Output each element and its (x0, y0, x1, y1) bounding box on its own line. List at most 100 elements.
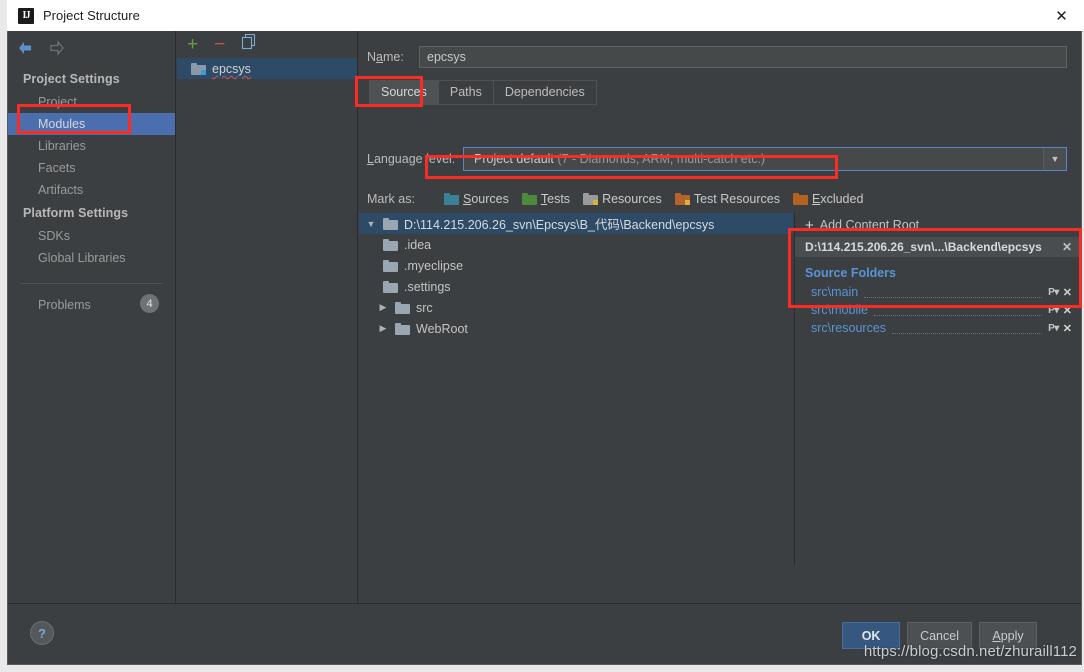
intellij-idea-icon: IJ (18, 7, 34, 24)
tree-row-label: .settings (404, 279, 451, 294)
module-name-input[interactable] (419, 46, 1067, 68)
tree-row-label: src (416, 300, 433, 315)
add-content-root-label: Add Content Root (819, 218, 920, 232)
sidebar-item-project[interactable]: Project (8, 91, 175, 113)
dotted-leader (873, 304, 1043, 316)
sidebar-item-problems[interactable]: Problems 4 (8, 294, 175, 316)
tab-sources[interactable]: Sources (369, 80, 439, 105)
tree-row-label: D:\114.215.206.26_svn\Epcsys\B_代码\Backen… (404, 218, 715, 232)
modules-toolbar: + − (177, 31, 357, 58)
nav-arrows (16, 39, 66, 57)
sidebar-item-artifacts[interactable]: Artifacts (8, 179, 175, 201)
mark-as-tests-label: Tests (540, 192, 571, 206)
source-folder-path: src\resources (811, 321, 887, 335)
language-level-select[interactable]: Project default (7 - Diamonds, ARM, mult… (463, 147, 1067, 171)
mark-as-sources[interactable]: Sources (444, 192, 509, 206)
source-folders-title: Source Folders (805, 266, 896, 280)
source-folder-path: src\mobile (811, 303, 868, 317)
language-level-value-main: Project default (474, 152, 554, 166)
sidebar-item-libraries[interactable]: Libraries (8, 135, 175, 157)
sidebar-group-project-settings: Project Settings (23, 72, 120, 86)
tree-row[interactable]: ▼ D:\114.215.206.26_svn\Epcsys\B_代码\Back… (359, 213, 793, 234)
package-prefix-icon[interactable]: P▾ (1048, 305, 1059, 316)
tab-dependencies[interactable]: Dependencies (492, 80, 597, 105)
package-prefix-icon[interactable]: P▾ (1048, 323, 1059, 334)
sources-folder-icon (444, 193, 459, 205)
dotted-leader (892, 322, 1043, 334)
content-root-path: D:\114.215.206.26_svn\...\Backend\epcsys (805, 240, 1042, 254)
language-level-label: Language level: (367, 152, 456, 166)
modules-list-panel: + − epcsys (177, 31, 358, 604)
mark-as-options: Sources Tests Resources Test Resources E… (437, 192, 863, 206)
tests-folder-icon (521, 193, 537, 205)
folder-icon (383, 217, 398, 230)
content-tree[interactable]: ▼ D:\114.215.206.26_svn\Epcsys\B_代码\Back… (359, 213, 793, 565)
source-folder-row[interactable]: src\mobile P▾ ✕ (795, 301, 1080, 319)
mark-as-resources-label: Resources (602, 192, 662, 206)
folder-icon (383, 259, 398, 272)
back-arrow-icon[interactable] (16, 39, 34, 57)
tree-row[interactable]: .settings (359, 276, 793, 297)
sidebar-item-problems-label: Problems (38, 298, 91, 312)
content-root-panel: + Add Content Root D:\114.215.206.26_svn… (794, 213, 1080, 565)
source-folder-path: src\main (811, 285, 859, 299)
module-item-label: epcsys (212, 61, 251, 76)
tree-row-label: WebRoot (416, 321, 468, 336)
language-level-row: Language level: Project default (7 - Dia… (367, 146, 1067, 172)
forward-arrow-icon[interactable] (48, 39, 66, 57)
source-folders-section: Source Folders src\main P▾ ✕ src\mobile … (795, 257, 1080, 337)
package-prefix-icon[interactable]: P▾ (1048, 287, 1059, 298)
module-name-row: Name: (367, 45, 1067, 69)
mark-as-excluded-label: Excluded (811, 192, 864, 206)
tree-row[interactable]: .idea (359, 234, 793, 255)
copy-module-icon[interactable] (241, 33, 256, 55)
mark-as-test-resources[interactable]: Test Resources (674, 192, 780, 206)
sidebar-group-platform-settings: Platform Settings (23, 206, 129, 220)
tab-paths[interactable]: Paths (437, 80, 494, 105)
tree-row-label: .idea (404, 237, 432, 252)
module-folder-icon (191, 62, 206, 75)
mark-as-excluded[interactable]: Excluded (792, 192, 864, 206)
settings-sidebar: Project Settings Project Modules Librari… (8, 31, 176, 604)
mark-as-sources-label: Sources (463, 192, 509, 206)
expand-collapse-icon[interactable]: ▼ (365, 219, 377, 229)
module-item-epcsys[interactable]: epcsys (177, 58, 357, 79)
mark-as-resources[interactable]: Resources (583, 192, 662, 206)
tree-row[interactable]: ▶ WebRoot (359, 318, 793, 339)
close-icon[interactable]: ✕ (1039, 0, 1084, 31)
tree-row[interactable]: ▶ src (359, 297, 793, 318)
resources-folder-icon (583, 193, 599, 205)
help-button[interactable]: ? (30, 621, 54, 645)
sidebar-item-modules[interactable]: Modules (8, 113, 175, 135)
tree-row[interactable]: .myeclipse (359, 255, 793, 276)
remove-content-root-icon[interactable]: ✕ (1060, 240, 1074, 254)
remove-source-folder-icon[interactable]: ✕ (1063, 304, 1072, 317)
language-level-value-detail: (7 - Diamonds, ARM, multi-catch etc.) (557, 152, 766, 166)
remove-source-folder-icon[interactable]: ✕ (1063, 286, 1072, 299)
module-tabs: Sources Paths Dependencies (369, 80, 597, 105)
add-module-button[interactable]: + (187, 35, 198, 54)
sidebar-item-facets[interactable]: Facets (8, 157, 175, 179)
remove-source-folder-icon[interactable]: ✕ (1063, 322, 1072, 335)
project-structure-dialog: IJ Project Structure ✕ Project Settings … (0, 0, 1084, 672)
remove-module-button[interactable]: − (214, 35, 225, 54)
mark-as-row: Mark as: Sources Tests Resources Test Re… (367, 188, 863, 210)
expand-collapse-icon[interactable]: ▶ (377, 302, 389, 313)
language-level-value: Project default (7 - Diamonds, ARM, mult… (464, 152, 1043, 166)
sidebar-nav-list: Project Settings Project Modules Librari… (8, 67, 175, 316)
folder-icon (383, 280, 398, 293)
sidebar-item-global-libraries[interactable]: Global Libraries (8, 247, 175, 269)
expand-collapse-icon[interactable]: ▶ (377, 323, 389, 334)
problems-count-badge: 4 (140, 294, 159, 313)
window-title: Project Structure (43, 8, 140, 23)
chevron-down-icon[interactable]: ▼ (1043, 148, 1066, 170)
source-folder-row[interactable]: src\resources P▾ ✕ (795, 319, 1080, 337)
folder-icon (395, 322, 410, 335)
dotted-leader (864, 286, 1043, 298)
folder-icon (383, 238, 398, 251)
source-folder-row[interactable]: src\main P▾ ✕ (795, 283, 1080, 301)
watermark-text: https://blog.csdn.net/zhuraill112 (863, 643, 1077, 660)
add-content-root-button[interactable]: + Add Content Root (795, 213, 1080, 237)
mark-as-tests[interactable]: Tests (521, 192, 571, 206)
sidebar-item-sdks[interactable]: SDKs (8, 225, 175, 247)
